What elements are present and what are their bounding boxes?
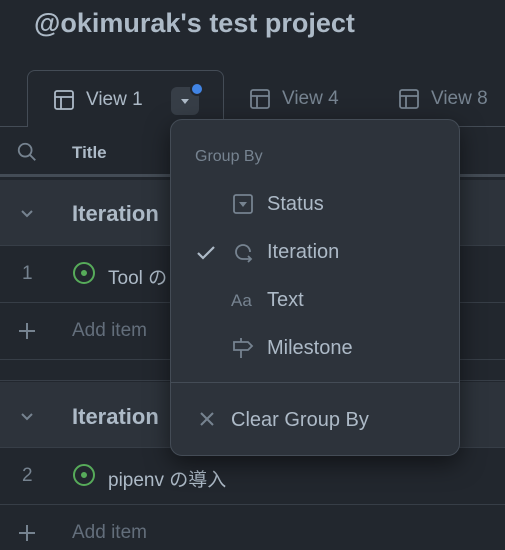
issue-open-icon (73, 262, 95, 284)
tab-label: View 4 (282, 88, 339, 109)
table-icon (399, 89, 419, 109)
milestone-icon (233, 338, 254, 358)
option-label: Text (267, 289, 304, 311)
group-label: Iteration (72, 201, 159, 226)
plus-icon (19, 323, 35, 339)
svg-text:Aa: Aa (231, 291, 252, 310)
row-number: 1 (22, 263, 33, 284)
view-options-button[interactable] (171, 82, 204, 115)
option-label: Milestone (267, 337, 353, 359)
iterations-icon (235, 244, 253, 263)
plus-icon (19, 525, 35, 541)
table-row[interactable]: 2 pipenv の導入 (0, 448, 505, 505)
option-label: Status (267, 193, 324, 215)
group-label: Iteration (72, 404, 159, 429)
chevron-down-icon[interactable] (17, 406, 37, 426)
clear-group-by-button[interactable]: Clear Group By (171, 400, 459, 442)
project-title: @okimurak's test project (34, 8, 355, 38)
triangle-down-icon (181, 99, 189, 104)
table-icon (250, 89, 270, 109)
table-icon (54, 89, 74, 110)
single-select-icon (233, 194, 253, 214)
item-title[interactable]: pipenv の導入 (108, 465, 226, 492)
group-by-option-text[interactable]: Aa Text (171, 280, 459, 320)
search-icon[interactable] (16, 141, 38, 163)
chevron-down-icon[interactable] (17, 203, 37, 223)
menu-heading: Group By (195, 148, 263, 165)
check-icon (197, 246, 215, 260)
group-by-option-iteration[interactable]: Iteration (171, 232, 459, 272)
add-item-label: Add item (72, 522, 147, 543)
group-by-option-status[interactable]: Status (171, 184, 459, 224)
close-icon (200, 412, 214, 426)
row-number: 2 (22, 465, 33, 486)
tab-label: View 8 (431, 88, 488, 109)
issue-open-icon (73, 464, 95, 486)
item-title[interactable]: Tool の (108, 263, 167, 290)
menu-divider (171, 382, 459, 383)
clear-group-by-label: Clear Group By (231, 409, 369, 431)
tab-label: View 1 (86, 88, 143, 110)
typography-icon: Aa (231, 291, 252, 310)
group-by-menu: Group By Status Iteration Aa Text Milest… (170, 119, 460, 456)
unsaved-changes-dot (190, 82, 204, 96)
add-item-row[interactable]: Add item (0, 505, 505, 550)
add-item-label: Add item (72, 320, 147, 341)
group-by-option-milestone[interactable]: Milestone (171, 328, 459, 368)
column-header-title[interactable]: Title (72, 143, 107, 163)
option-label: Iteration (267, 241, 340, 263)
